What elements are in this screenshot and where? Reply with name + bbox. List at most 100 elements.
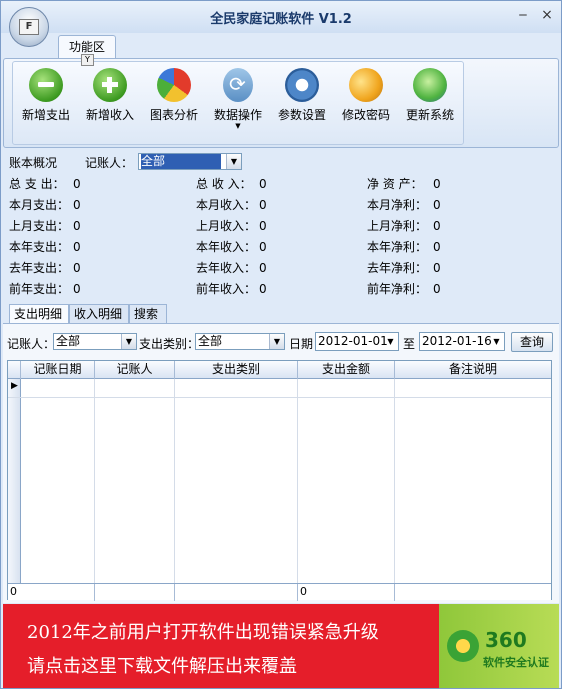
gear-icon: [285, 68, 319, 102]
stat-value: 0: [433, 219, 441, 233]
tab-expense-detail[interactable]: 支出明细: [9, 304, 69, 324]
expense-grid[interactable]: 记账日期 记账人 支出类别 支出金额 备注说明 ▶ 0 0: [7, 360, 552, 601]
grid-column: [175, 379, 298, 584]
chevron-down-icon[interactable]: ▼: [226, 154, 241, 169]
stat-label: 总 支 出：: [9, 177, 65, 191]
tab-income-detail[interactable]: 收入明细: [69, 304, 129, 324]
chevron-down-icon[interactable]: ▼: [489, 333, 504, 350]
stat-value: 0: [433, 177, 441, 191]
stat-value: 0: [259, 282, 267, 296]
change-password-button[interactable]: 修改密码: [335, 68, 397, 134]
date-from-value: 2012-01-01: [318, 334, 388, 348]
grid-footer: 0 0: [8, 583, 551, 601]
ribbon-group: 新增支出 新增收入 图表分析 数据操作 ▼ 参数设置 修改密码: [12, 61, 464, 145]
security-badge[interactable]: 360 软件安全认证: [439, 604, 559, 688]
column-header-amount[interactable]: 支出金额: [298, 361, 395, 379]
stat-label: 前年收入：: [196, 282, 257, 296]
column-header-category[interactable]: 支出类别: [175, 361, 298, 379]
grid-header: 记账日期 记账人 支出类别 支出金额 备注说明: [8, 361, 551, 379]
stat-label: 本年净利：: [367, 240, 428, 254]
app-menu-key: F: [19, 19, 39, 35]
chevron-down-icon[interactable]: ▼: [121, 334, 136, 349]
column-header-note[interactable]: 备注说明: [395, 361, 551, 379]
chevron-down-icon[interactable]: ▼: [383, 333, 398, 350]
summary-recorder-label: 记账人：: [85, 156, 134, 170]
stat-label: 上月净利：: [367, 219, 428, 233]
stat-value: 0: [73, 282, 81, 296]
stat-label: 上月收入：: [196, 219, 257, 233]
tab-search[interactable]: 搜索: [129, 304, 167, 324]
filter-recorder-select[interactable]: 全部 ▼: [53, 333, 137, 350]
minimize-button[interactable]: ‒: [515, 7, 531, 23]
add-expense-label: 新增支出: [21, 108, 70, 122]
pie-chart-icon: [157, 68, 191, 102]
data-icon: [223, 68, 253, 102]
add-income-button[interactable]: 新增收入: [79, 68, 141, 134]
upgrade-banner[interactable]: 2012年之前用户打开软件出现错误紧急升级 请点击这里下载文件解压出来覆盖: [3, 604, 439, 688]
stat-label: 本年收入：: [196, 240, 257, 254]
summary-recorder-select[interactable]: 全部 ▼: [138, 153, 242, 170]
change-password-label: 修改密码: [341, 108, 390, 122]
stat-label: 去年支出：: [9, 261, 70, 275]
grid-column: [95, 379, 175, 584]
summary-recorder-value: 全部: [141, 154, 221, 169]
date-to-picker[interactable]: 2012-01-16 ▼: [419, 332, 505, 351]
key-icon: [349, 68, 383, 102]
footer-cell: [175, 584, 298, 601]
minus-circle-icon: [29, 68, 63, 102]
filter-date-label: 日期: [289, 337, 314, 351]
stat-label: 前年净利：: [367, 282, 428, 296]
filter-category-label: 支出类别：: [139, 337, 200, 351]
chart-analysis-label: 图表分析: [149, 108, 198, 122]
app-menu-orb[interactable]: F: [9, 7, 49, 47]
current-row-pointer-icon: ▶: [11, 381, 18, 391]
date-to-value: 2012-01-16: [422, 334, 492, 348]
stat-value: 0: [73, 198, 81, 212]
filter-category-value: 全部: [198, 334, 223, 348]
stat-value: 0: [259, 198, 267, 212]
stat-label: 本月净利：: [367, 198, 428, 212]
column-header-recorder[interactable]: 记账人: [95, 361, 175, 379]
stat-value: 0: [433, 261, 441, 275]
stat-label: 本月收入：: [196, 198, 257, 212]
grid-column: [298, 379, 395, 584]
grid-column: [21, 379, 95, 584]
banner-line-2: 请点击这里下载文件解压出来覆盖: [27, 656, 297, 677]
data-operations-button[interactable]: 数据操作 ▼: [207, 68, 269, 134]
stat-value: 0: [433, 282, 441, 296]
banner-line-1: 2012年之前用户打开软件出现错误紧急升级: [27, 622, 379, 643]
stat-label: 上月支出：: [9, 219, 70, 233]
chart-analysis-button[interactable]: 图表分析: [143, 68, 205, 134]
stat-label: 本年支出：: [9, 240, 70, 254]
stat-value: 0: [433, 198, 441, 212]
filter-category-select[interactable]: 全部 ▼: [195, 333, 285, 350]
stat-value: 0: [73, 219, 81, 233]
row-header: ▶: [8, 379, 21, 584]
date-from-picker[interactable]: 2012-01-01 ▼: [315, 332, 399, 351]
add-income-label: 新增收入: [85, 108, 134, 122]
stat-value: 0: [259, 240, 267, 254]
settings-button[interactable]: 参数设置: [271, 68, 333, 134]
account-summary: 账本概况 记账人： 全部 ▼ 总 支 出： 0 总 收 入： 0 净 资 产： …: [3, 150, 559, 300]
dropdown-caret-icon: ▼: [235, 122, 241, 130]
plus-circle-icon: [93, 68, 127, 102]
query-button[interactable]: 查询: [511, 332, 553, 352]
add-expense-button[interactable]: 新增支出: [15, 68, 77, 134]
badge-number: 360: [485, 628, 527, 652]
chevron-down-icon[interactable]: ▼: [269, 334, 284, 349]
stat-label: 去年净利：: [367, 261, 428, 275]
filter-to-label: 至: [403, 337, 416, 351]
badge-text: 软件安全认证: [483, 656, 549, 669]
data-operations-label: 数据操作: [213, 108, 262, 122]
ribbon: 新增支出 新增收入 图表分析 数据操作 ▼ 参数设置 修改密码: [3, 58, 559, 148]
stat-label: 前年支出：: [9, 282, 70, 296]
filter-recorder-value: 全部: [56, 334, 81, 348]
grid-row-divider: [8, 397, 551, 398]
ribbon-tab-keytip: Y: [81, 54, 94, 66]
column-header-date[interactable]: 记账日期: [21, 361, 95, 379]
update-system-button[interactable]: 更新系统: [399, 68, 461, 134]
update-system-label: 更新系统: [405, 108, 454, 122]
stat-value: 0: [73, 261, 81, 275]
close-button[interactable]: ×: [539, 7, 555, 23]
footer-cell: [395, 584, 551, 601]
